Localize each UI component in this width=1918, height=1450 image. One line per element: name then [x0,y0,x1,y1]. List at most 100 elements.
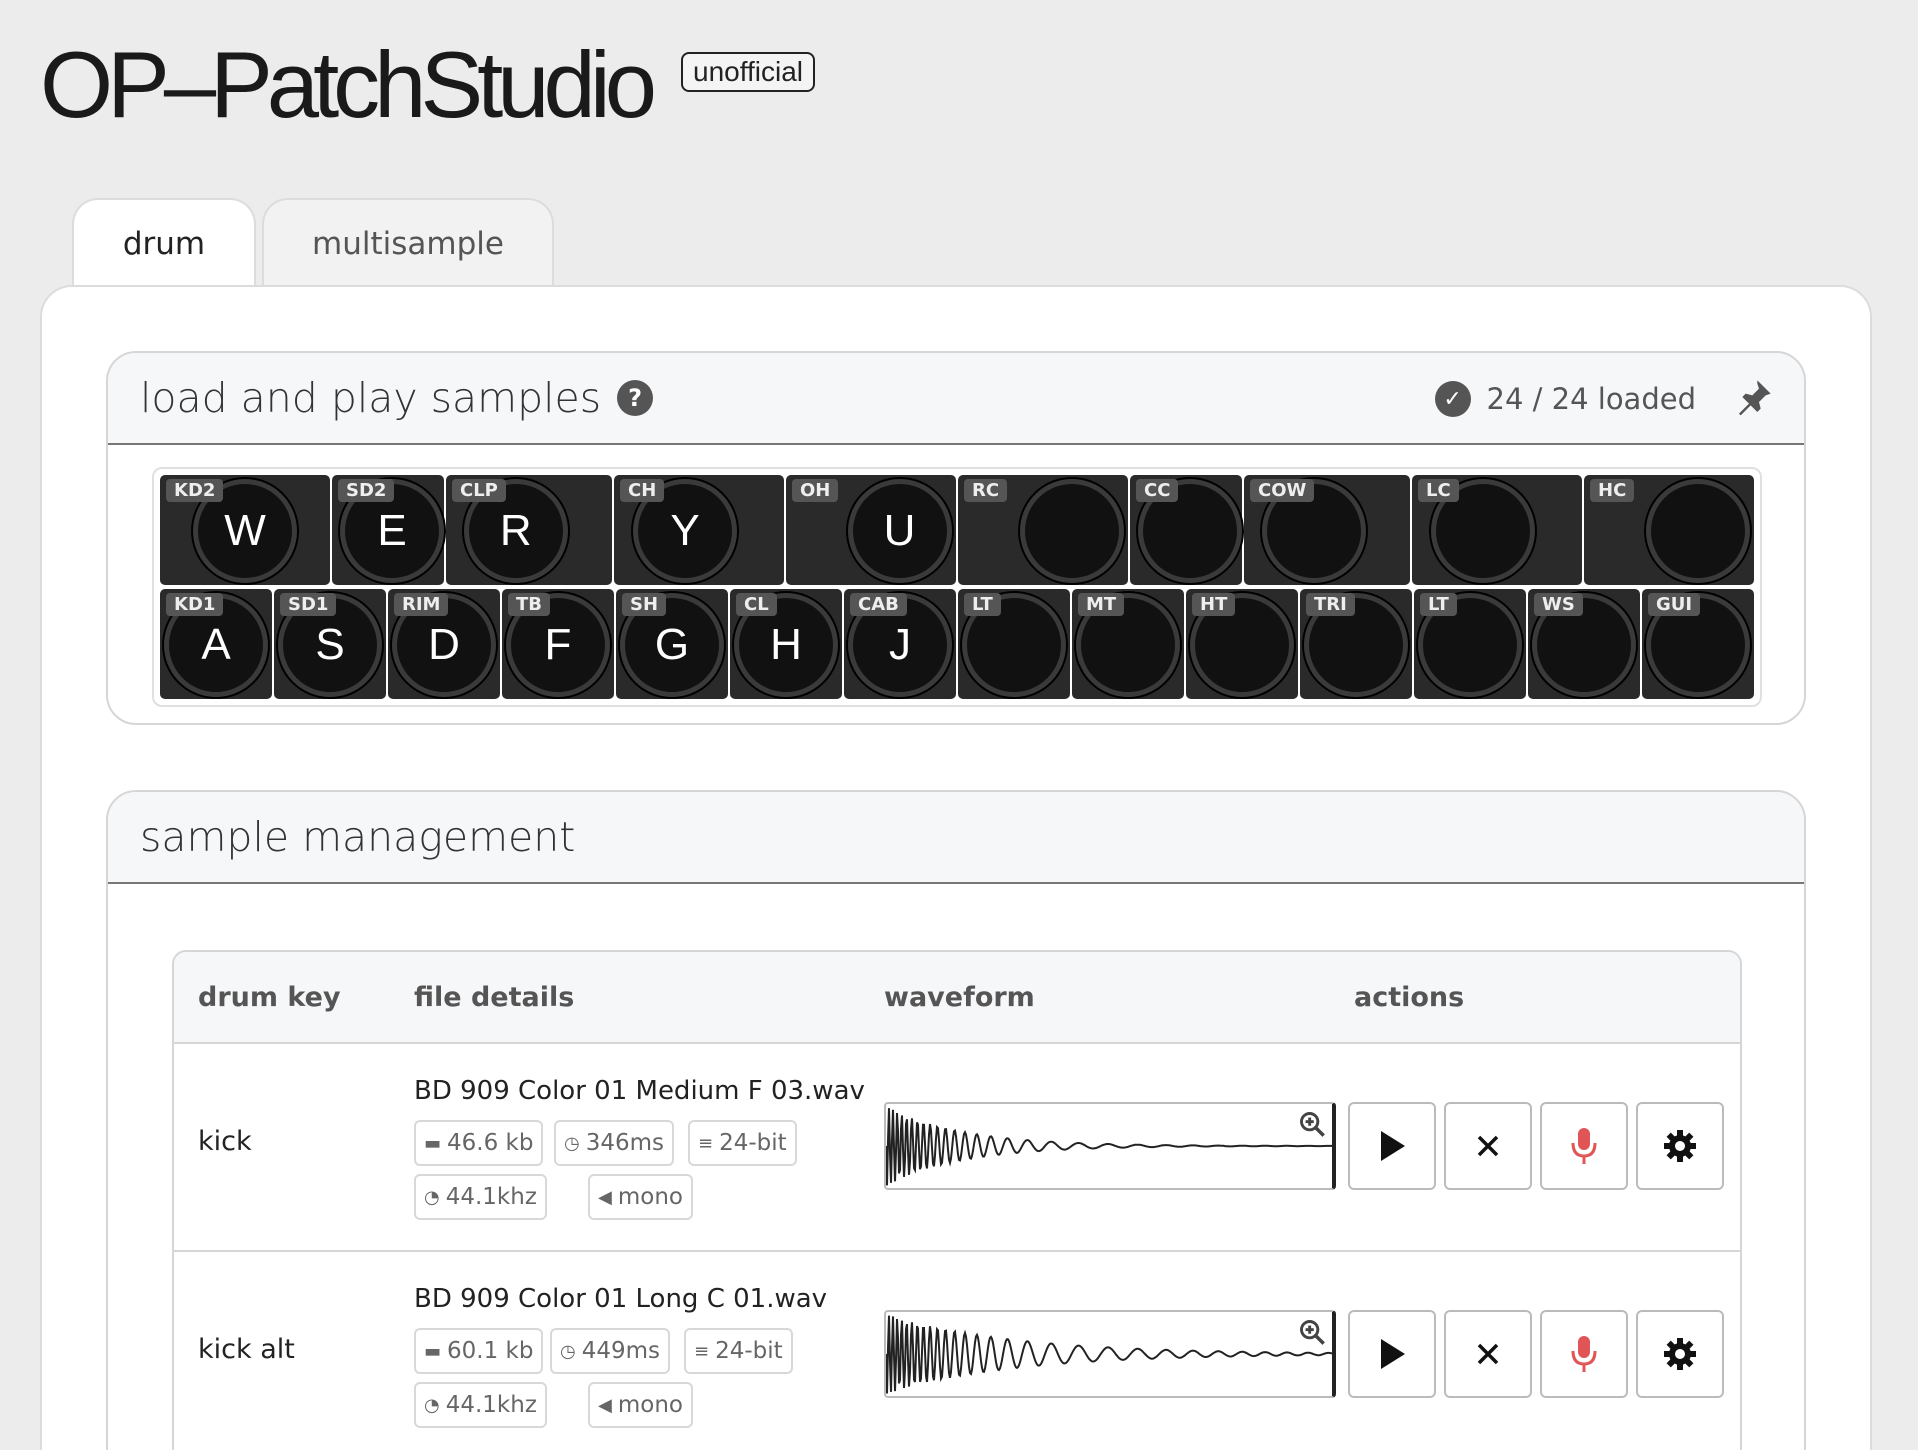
sample-rate-chip: ◔ 44.1khz [414,1382,547,1428]
drum-keyboard: KD2 W SD2 E CLP R CH Y OH U RC CC COW LC HC KD1 A SD1 S RI… [152,467,1762,707]
gauge-icon: ◔ [424,1394,440,1416]
duration: 449ms [581,1338,661,1364]
pad-key: U [847,479,952,583]
pad-tag: SH [622,593,667,616]
drum-pad[interactable]: LT [1414,589,1526,699]
bit-depth-chip: ≡ 24-bit [688,1120,797,1166]
pad-tag: CL [736,593,777,616]
management-card-header: sample management [108,792,1804,884]
drum-key-label: kick [198,1126,252,1157]
pad-tag: LT [964,593,1001,616]
channels-chip: ◀ mono [588,1174,693,1220]
close-icon [1477,1343,1499,1365]
pad-tag: KD2 [166,479,224,502]
sample-table: drum key file details waveform actions k… [172,950,1742,1450]
drum-pad[interactable]: OH U [786,475,956,585]
drum-pad[interactable]: GUI [1642,589,1754,699]
keyboard-top-row: KD2 W SD2 E CLP R CH Y OH U RC CC COW LC HC [160,475,1754,585]
pad-tag: OH [792,479,839,502]
management-card: sample management drum key file details … [106,790,1806,1450]
drum-pad[interactable]: TRI [1300,589,1412,699]
microphone-icon [1571,1128,1597,1164]
duration: 346ms [585,1130,665,1156]
drum-pad[interactable]: CLP R [446,475,612,585]
file-size: 60.1 kb [447,1338,534,1364]
drum-pad[interactable]: RIM D [388,589,500,699]
pad-tag: MT [1078,593,1125,616]
table-row: kick alt BD 909 Color 01 Long C 01.wav ▬… [174,1252,1740,1450]
pad-tag: HT [1192,593,1236,616]
file-size: 46.6 kb [447,1130,534,1156]
zoom-in-icon[interactable] [1298,1110,1326,1138]
database-icon: ≡ [694,1340,710,1362]
close-icon [1477,1135,1499,1157]
play-button[interactable] [1348,1102,1436,1190]
waveform-display[interactable] [884,1102,1336,1190]
drum-pad[interactable]: CC [1130,475,1242,585]
drum-pad[interactable]: HT [1186,589,1298,699]
file-name: BD 909 Color 01 Medium F 03.wav [414,1076,865,1106]
pad-tag: LT [1420,593,1457,616]
drum-pad[interactable]: LC [1412,475,1582,585]
clock-icon: ◷ [560,1340,576,1362]
drum-pad[interactable]: COW [1244,475,1410,585]
drum-pad[interactable]: SD1 S [274,589,386,699]
drum-pad[interactable]: HC [1584,475,1754,585]
zoom-in-icon[interactable] [1298,1318,1326,1346]
drum-pad[interactable]: LT [958,589,1070,699]
record-button[interactable] [1540,1102,1628,1190]
tab-multisample[interactable]: multisample [262,198,554,288]
settings-button[interactable] [1636,1102,1724,1190]
pad-tag: RC [964,479,1008,502]
drum-pad[interactable]: TB F [502,589,614,699]
drum-pad[interactable]: CL H [730,589,842,699]
channels-chip: ◀ mono [588,1382,693,1428]
table-row: kick BD 909 Color 01 Medium F 03.wav ▬ 46… [174,1044,1740,1252]
tab-drum[interactable]: drum [72,198,256,288]
drum-pad[interactable]: CAB J [844,589,956,699]
drum-pad[interactable]: CH Y [614,475,784,585]
drum-pad[interactable]: MT [1072,589,1184,699]
waveform-graph [885,1108,1333,1186]
pin-icon[interactable] [1734,377,1774,417]
drum-pad[interactable]: KD2 W [160,475,330,585]
drum-pad[interactable]: SD2 E [332,475,444,585]
waveform-display[interactable] [884,1310,1336,1398]
pad-tag: COW [1250,479,1315,502]
keyboard-bottom-row: KD1 A SD1 S RIM D TB F SH G CL H CAB J LT MT HT TRI LT WS GU… [160,589,1754,699]
pad-tag: CLP [452,479,506,502]
column-drum-key: drum key [198,982,341,1013]
pad-tag: CH [620,479,665,502]
play-button[interactable] [1348,1310,1436,1398]
pad-tag: KD1 [166,593,224,616]
pad-tag: WS [1534,593,1583,616]
app-title: OP–PatchStudio [40,32,657,137]
channels: mono [617,1184,683,1210]
column-waveform: waveform [884,982,1035,1013]
sample-rate: 44.1khz [445,1184,537,1210]
pad-tag: RIM [394,593,449,616]
record-button[interactable] [1540,1310,1628,1398]
app-header: OP–PatchStudio unofficial [40,32,816,137]
settings-button[interactable] [1636,1310,1724,1398]
duration-chip: ◷ 346ms [554,1120,675,1166]
samples-card-title: load and play samples [140,374,602,422]
bit-depth-chip: ≡ 24-bit [684,1328,793,1374]
pad-tag: SD2 [338,479,395,502]
pad-tag: TB [508,593,550,616]
pad-tag: CC [1136,479,1179,502]
play-icon [1381,1339,1405,1369]
drum-pad[interactable]: RC [958,475,1128,585]
drum-pad[interactable]: KD1 A [160,589,272,699]
clock-icon: ◷ [564,1132,580,1154]
pad-tag: HC [1590,479,1635,502]
question-circle-icon[interactable]: ? [617,380,654,416]
pad-tag: SD1 [280,593,337,616]
loaded-status-text: 24 / 24 loaded [1486,382,1696,416]
check-circle-icon: ✓ [1434,381,1471,417]
clear-button[interactable] [1444,1310,1532,1398]
drum-pad[interactable]: WS [1528,589,1640,699]
drum-pad[interactable]: SH G [616,589,728,699]
clear-button[interactable] [1444,1102,1532,1190]
column-file-details: file details [414,982,575,1013]
